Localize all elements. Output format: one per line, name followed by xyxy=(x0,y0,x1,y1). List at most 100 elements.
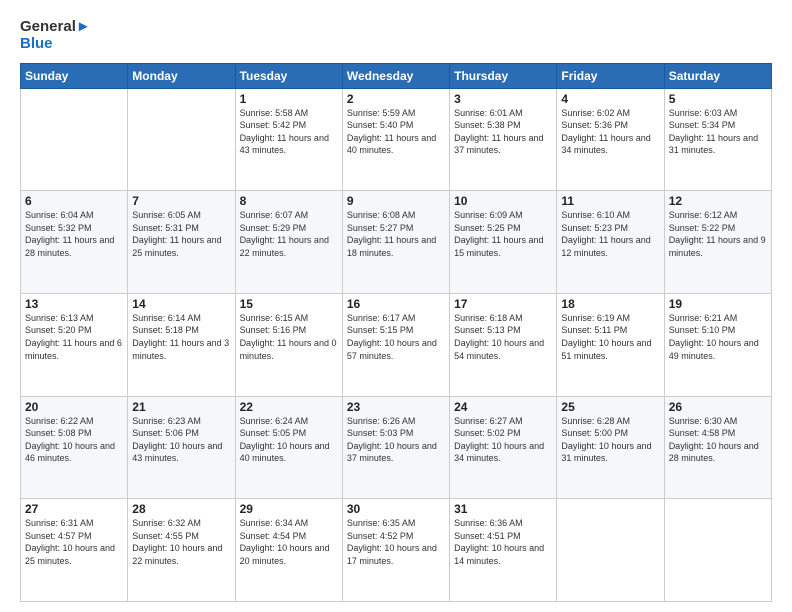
day-number: 27 xyxy=(25,502,123,516)
calendar-day-cell: 22Sunrise: 6:24 AM Sunset: 5:05 PM Dayli… xyxy=(235,396,342,499)
day-number: 10 xyxy=(454,194,552,208)
calendar-day-cell xyxy=(557,499,664,602)
day-info: Sunrise: 6:04 AM Sunset: 5:32 PM Dayligh… xyxy=(25,209,123,259)
calendar-day-cell: 18Sunrise: 6:19 AM Sunset: 5:11 PM Dayli… xyxy=(557,293,664,396)
calendar-day-cell: 27Sunrise: 6:31 AM Sunset: 4:57 PM Dayli… xyxy=(21,499,128,602)
calendar-day-cell: 1Sunrise: 5:58 AM Sunset: 5:42 PM Daylig… xyxy=(235,88,342,191)
weekday-header-cell: Monday xyxy=(128,63,235,88)
day-info: Sunrise: 6:35 AM Sunset: 4:52 PM Dayligh… xyxy=(347,517,445,567)
calendar-day-cell: 14Sunrise: 6:14 AM Sunset: 5:18 PM Dayli… xyxy=(128,293,235,396)
day-number: 24 xyxy=(454,400,552,414)
day-info: Sunrise: 6:18 AM Sunset: 5:13 PM Dayligh… xyxy=(454,312,552,362)
day-info: Sunrise: 5:58 AM Sunset: 5:42 PM Dayligh… xyxy=(240,107,338,157)
calendar-day-cell: 21Sunrise: 6:23 AM Sunset: 5:06 PM Dayli… xyxy=(128,396,235,499)
calendar-week-row: 27Sunrise: 6:31 AM Sunset: 4:57 PM Dayli… xyxy=(21,499,772,602)
day-info: Sunrise: 6:02 AM Sunset: 5:36 PM Dayligh… xyxy=(561,107,659,157)
calendar-body: 1Sunrise: 5:58 AM Sunset: 5:42 PM Daylig… xyxy=(21,88,772,602)
calendar-day-cell: 6Sunrise: 6:04 AM Sunset: 5:32 PM Daylig… xyxy=(21,191,128,294)
day-number: 21 xyxy=(132,400,230,414)
day-info: Sunrise: 5:59 AM Sunset: 5:40 PM Dayligh… xyxy=(347,107,445,157)
calendar-day-cell: 24Sunrise: 6:27 AM Sunset: 5:02 PM Dayli… xyxy=(450,396,557,499)
day-info: Sunrise: 6:03 AM Sunset: 5:34 PM Dayligh… xyxy=(669,107,767,157)
calendar-day-cell: 17Sunrise: 6:18 AM Sunset: 5:13 PM Dayli… xyxy=(450,293,557,396)
day-number: 30 xyxy=(347,502,445,516)
day-info: Sunrise: 6:34 AM Sunset: 4:54 PM Dayligh… xyxy=(240,517,338,567)
day-info: Sunrise: 6:17 AM Sunset: 5:15 PM Dayligh… xyxy=(347,312,445,362)
day-number: 25 xyxy=(561,400,659,414)
day-number: 5 xyxy=(669,92,767,106)
day-number: 14 xyxy=(132,297,230,311)
calendar-day-cell: 15Sunrise: 6:15 AM Sunset: 5:16 PM Dayli… xyxy=(235,293,342,396)
day-info: Sunrise: 6:21 AM Sunset: 5:10 PM Dayligh… xyxy=(669,312,767,362)
calendar-day-cell: 13Sunrise: 6:13 AM Sunset: 5:20 PM Dayli… xyxy=(21,293,128,396)
weekday-header-row: SundayMondayTuesdayWednesdayThursdayFrid… xyxy=(21,63,772,88)
day-number: 6 xyxy=(25,194,123,208)
day-number: 12 xyxy=(669,194,767,208)
calendar-day-cell: 5Sunrise: 6:03 AM Sunset: 5:34 PM Daylig… xyxy=(664,88,771,191)
day-number: 3 xyxy=(454,92,552,106)
day-info: Sunrise: 6:32 AM Sunset: 4:55 PM Dayligh… xyxy=(132,517,230,567)
day-number: 9 xyxy=(347,194,445,208)
calendar-day-cell: 10Sunrise: 6:09 AM Sunset: 5:25 PM Dayli… xyxy=(450,191,557,294)
calendar-day-cell: 7Sunrise: 6:05 AM Sunset: 5:31 PM Daylig… xyxy=(128,191,235,294)
calendar-day-cell: 29Sunrise: 6:34 AM Sunset: 4:54 PM Dayli… xyxy=(235,499,342,602)
weekday-header-cell: Saturday xyxy=(664,63,771,88)
weekday-header-cell: Thursday xyxy=(450,63,557,88)
day-info: Sunrise: 6:26 AM Sunset: 5:03 PM Dayligh… xyxy=(347,415,445,465)
calendar-day-cell: 23Sunrise: 6:26 AM Sunset: 5:03 PM Dayli… xyxy=(342,396,449,499)
calendar-week-row: 20Sunrise: 6:22 AM Sunset: 5:08 PM Dayli… xyxy=(21,396,772,499)
day-info: Sunrise: 6:07 AM Sunset: 5:29 PM Dayligh… xyxy=(240,209,338,259)
calendar-day-cell: 19Sunrise: 6:21 AM Sunset: 5:10 PM Dayli… xyxy=(664,293,771,396)
calendar-day-cell xyxy=(128,88,235,191)
day-info: Sunrise: 6:13 AM Sunset: 5:20 PM Dayligh… xyxy=(25,312,123,362)
calendar-day-cell: 11Sunrise: 6:10 AM Sunset: 5:23 PM Dayli… xyxy=(557,191,664,294)
day-number: 23 xyxy=(347,400,445,414)
day-number: 11 xyxy=(561,194,659,208)
calendar-day-cell xyxy=(21,88,128,191)
calendar-week-row: 13Sunrise: 6:13 AM Sunset: 5:20 PM Dayli… xyxy=(21,293,772,396)
calendar-day-cell: 30Sunrise: 6:35 AM Sunset: 4:52 PM Dayli… xyxy=(342,499,449,602)
day-info: Sunrise: 6:05 AM Sunset: 5:31 PM Dayligh… xyxy=(132,209,230,259)
day-info: Sunrise: 6:08 AM Sunset: 5:27 PM Dayligh… xyxy=(347,209,445,259)
day-info: Sunrise: 6:31 AM Sunset: 4:57 PM Dayligh… xyxy=(25,517,123,567)
day-number: 4 xyxy=(561,92,659,106)
logo-blue: Blue xyxy=(20,35,91,52)
weekday-header-cell: Wednesday xyxy=(342,63,449,88)
calendar-day-cell: 2Sunrise: 5:59 AM Sunset: 5:40 PM Daylig… xyxy=(342,88,449,191)
calendar-day-cell: 8Sunrise: 6:07 AM Sunset: 5:29 PM Daylig… xyxy=(235,191,342,294)
day-info: Sunrise: 6:36 AM Sunset: 4:51 PM Dayligh… xyxy=(454,517,552,567)
day-number: 29 xyxy=(240,502,338,516)
day-info: Sunrise: 6:28 AM Sunset: 5:00 PM Dayligh… xyxy=(561,415,659,465)
logo: General► Blue xyxy=(20,18,91,53)
day-number: 20 xyxy=(25,400,123,414)
day-number: 19 xyxy=(669,297,767,311)
day-number: 18 xyxy=(561,297,659,311)
calendar-day-cell: 9Sunrise: 6:08 AM Sunset: 5:27 PM Daylig… xyxy=(342,191,449,294)
day-number: 26 xyxy=(669,400,767,414)
day-number: 16 xyxy=(347,297,445,311)
day-info: Sunrise: 6:30 AM Sunset: 4:58 PM Dayligh… xyxy=(669,415,767,465)
calendar-day-cell: 26Sunrise: 6:30 AM Sunset: 4:58 PM Dayli… xyxy=(664,396,771,499)
calendar-day-cell: 25Sunrise: 6:28 AM Sunset: 5:00 PM Dayli… xyxy=(557,396,664,499)
day-info: Sunrise: 6:19 AM Sunset: 5:11 PM Dayligh… xyxy=(561,312,659,362)
day-number: 15 xyxy=(240,297,338,311)
day-info: Sunrise: 6:12 AM Sunset: 5:22 PM Dayligh… xyxy=(669,209,767,259)
day-number: 31 xyxy=(454,502,552,516)
weekday-header-cell: Tuesday xyxy=(235,63,342,88)
day-info: Sunrise: 6:09 AM Sunset: 5:25 PM Dayligh… xyxy=(454,209,552,259)
day-info: Sunrise: 6:24 AM Sunset: 5:05 PM Dayligh… xyxy=(240,415,338,465)
calendar-week-row: 1Sunrise: 5:58 AM Sunset: 5:42 PM Daylig… xyxy=(21,88,772,191)
day-info: Sunrise: 6:10 AM Sunset: 5:23 PM Dayligh… xyxy=(561,209,659,259)
day-number: 8 xyxy=(240,194,338,208)
day-number: 28 xyxy=(132,502,230,516)
logo-general: General► xyxy=(20,18,91,35)
day-number: 7 xyxy=(132,194,230,208)
weekday-header-cell: Sunday xyxy=(21,63,128,88)
day-info: Sunrise: 6:27 AM Sunset: 5:02 PM Dayligh… xyxy=(454,415,552,465)
weekday-header-cell: Friday xyxy=(557,63,664,88)
calendar-day-cell: 20Sunrise: 6:22 AM Sunset: 5:08 PM Dayli… xyxy=(21,396,128,499)
calendar-day-cell: 4Sunrise: 6:02 AM Sunset: 5:36 PM Daylig… xyxy=(557,88,664,191)
day-info: Sunrise: 6:14 AM Sunset: 5:18 PM Dayligh… xyxy=(132,312,230,362)
day-number: 17 xyxy=(454,297,552,311)
day-number: 2 xyxy=(347,92,445,106)
